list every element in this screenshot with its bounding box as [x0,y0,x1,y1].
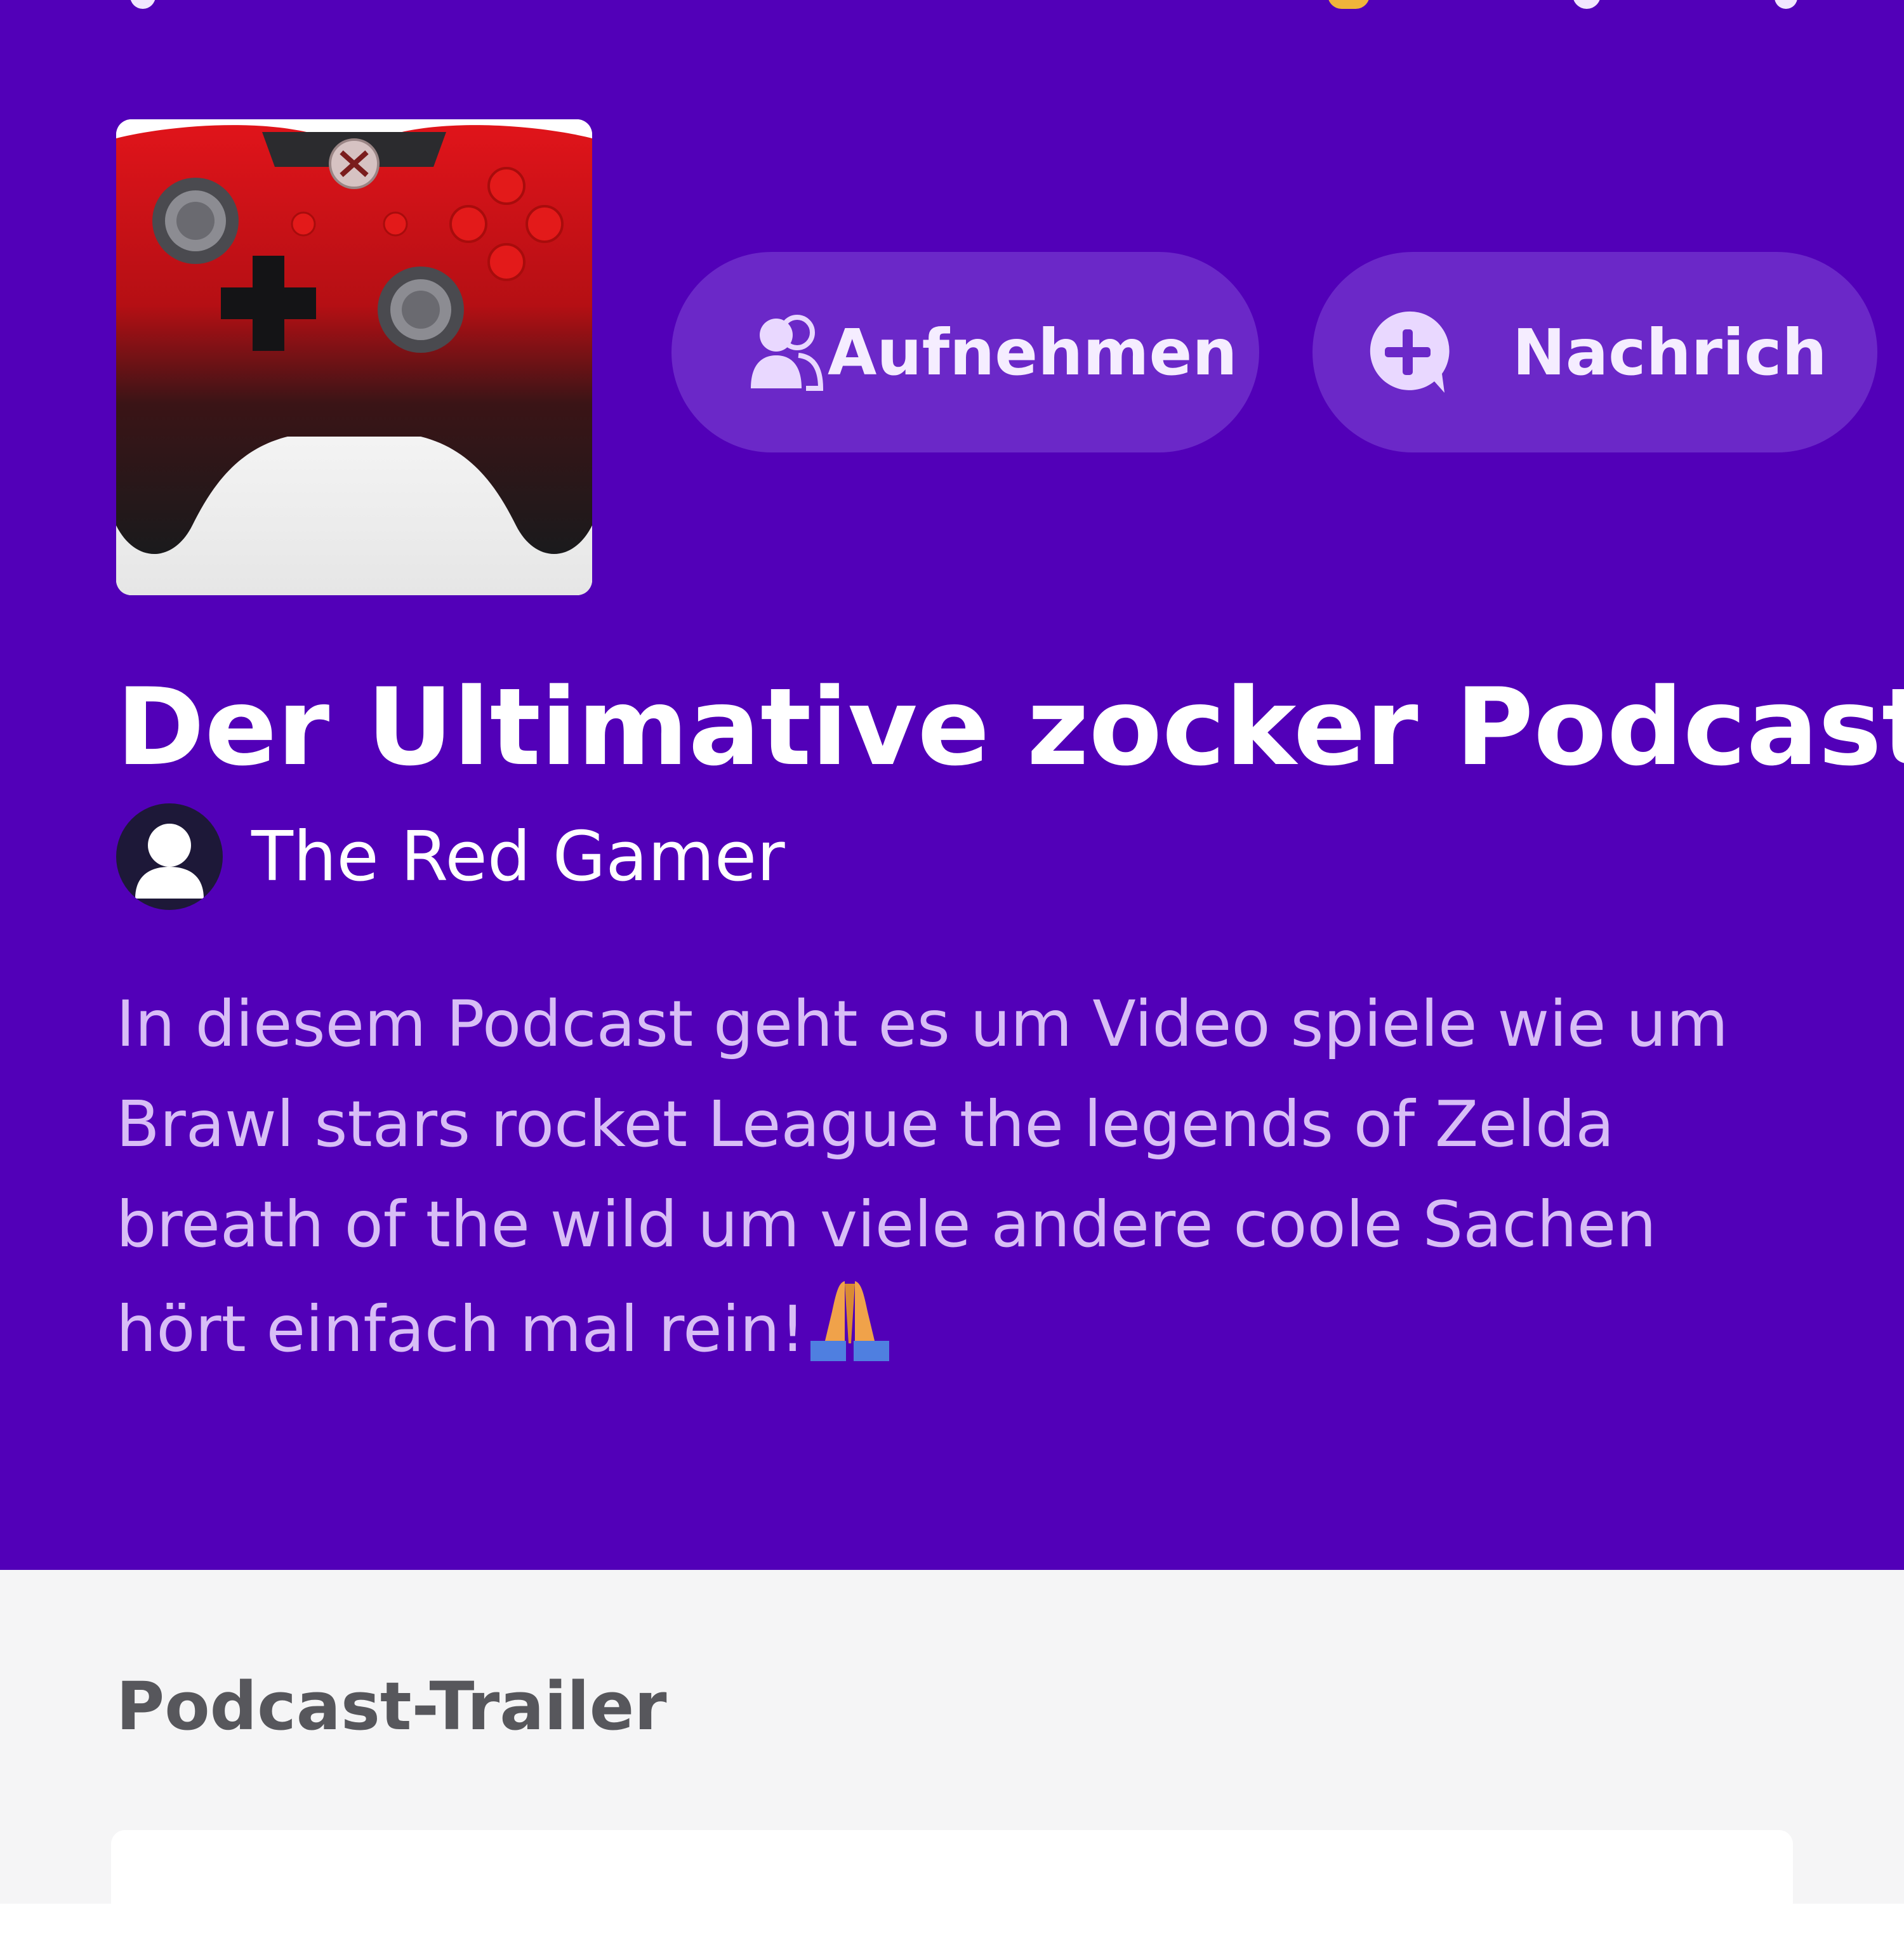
more-vertical-icon[interactable] [1775,0,1797,9]
description-text: In diesem Podcast geht es um Video spiel… [116,987,1728,1366]
record-button[interactable]: Aufnehmen [671,252,1259,452]
back-arrow-icon[interactable] [130,0,155,9]
podcast-header: Aufnehmen Nachrich Der Ultimative zocker… [0,0,1904,1570]
podcast-cover-image [116,119,592,595]
add-message-icon [1363,308,1452,397]
folded-hands-emoji [805,1275,894,1364]
game-controller-image [116,119,592,595]
people-record-icon [748,311,824,393]
podcast-title: Der Ultimative zocker Podcast [116,665,1904,789]
message-button[interactable]: Nachrich [1312,252,1877,452]
podcast-author[interactable]: The Red Gamer [116,803,785,911]
author-name: The Red Gamer [251,817,785,897]
content-area: Podcast-Trailer [0,1570,1904,1957]
user-avatar-icon [116,803,223,910]
star-icon[interactable] [1328,0,1370,9]
share-icon[interactable] [1573,0,1601,9]
record-button-label: Aufnehmen [828,315,1238,390]
message-button-label: Nachrich [1512,315,1827,390]
section-title-trailer: Podcast-Trailer [116,1668,667,1745]
podcast-description: In diesem Podcast geht es um Video spiel… [116,974,1779,1380]
trailer-card[interactable] [111,1830,1793,1957]
